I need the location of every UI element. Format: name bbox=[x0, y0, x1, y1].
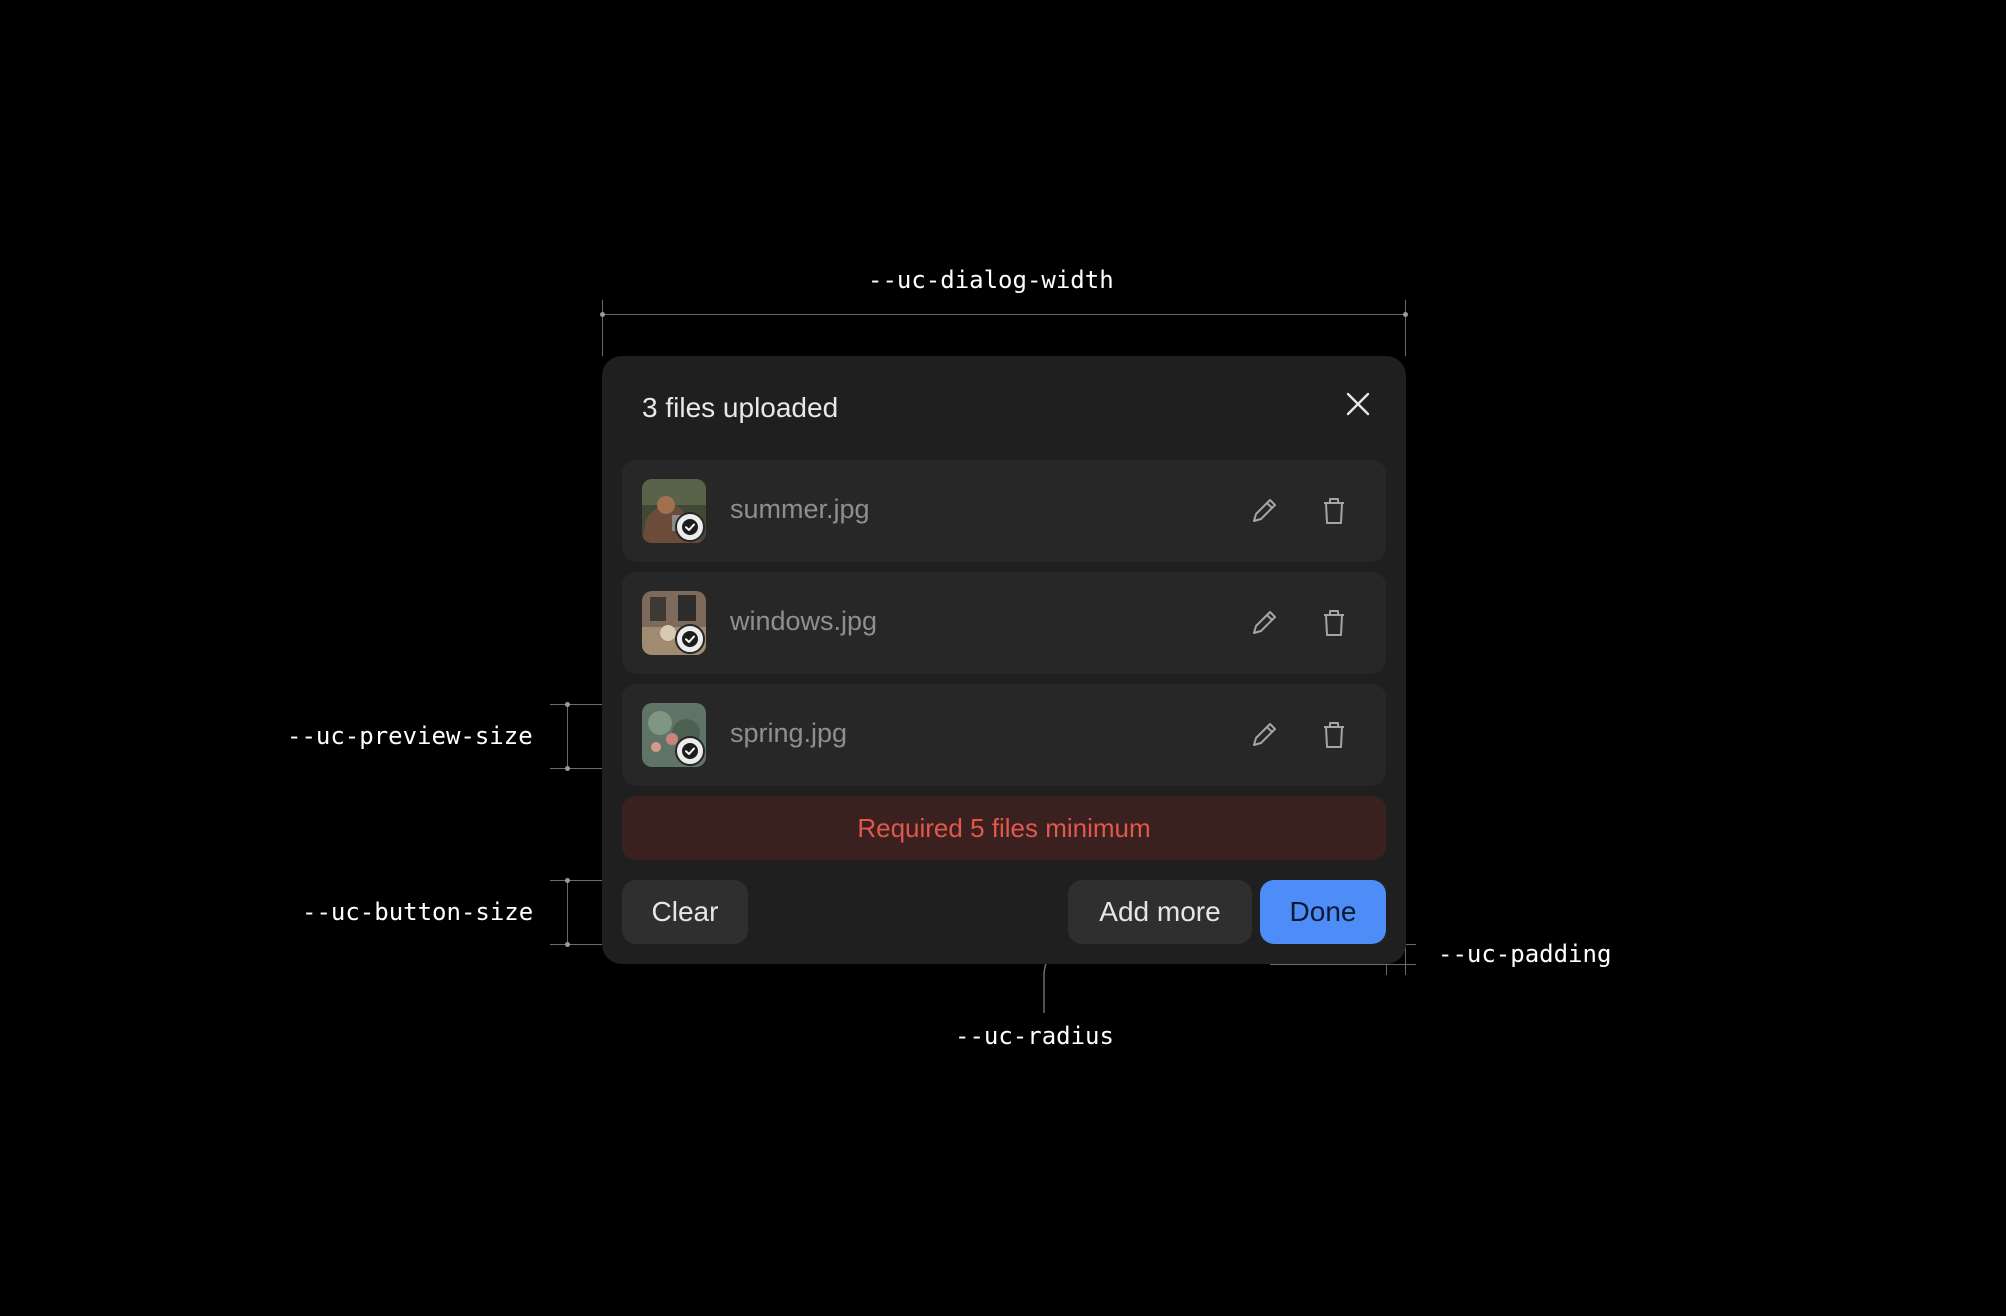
check-icon bbox=[682, 519, 698, 535]
file-preview[interactable] bbox=[642, 479, 706, 543]
guide-dot bbox=[565, 942, 570, 947]
delete-button[interactable] bbox=[1316, 493, 1352, 529]
delete-button[interactable] bbox=[1316, 605, 1352, 641]
close-button[interactable] bbox=[1338, 384, 1378, 424]
edit-button[interactable] bbox=[1246, 717, 1282, 753]
guide-line bbox=[1405, 300, 1406, 356]
guide-dot bbox=[565, 878, 570, 883]
delete-button[interactable] bbox=[1316, 717, 1352, 753]
check-icon bbox=[682, 631, 698, 647]
dialog-title: 3 files uploaded bbox=[642, 392, 839, 423]
file-name: spring.jpg bbox=[730, 718, 848, 748]
guide-dot bbox=[565, 702, 570, 707]
guide-dot bbox=[565, 766, 570, 771]
clear-button[interactable]: Clear bbox=[622, 880, 748, 944]
file-name: windows.jpg bbox=[730, 606, 878, 636]
file-preview[interactable] bbox=[642, 703, 706, 767]
annotation-radius: --uc-radius bbox=[955, 1022, 1114, 1050]
guide-dot bbox=[1403, 312, 1408, 317]
file-name: summer.jpg bbox=[730, 494, 870, 524]
file-row: windows.jpg bbox=[622, 572, 1386, 674]
check-badge bbox=[675, 624, 705, 654]
trash-icon bbox=[1324, 610, 1344, 636]
annotation-preview-size: --uc-preview-size bbox=[287, 722, 533, 750]
close-icon bbox=[1346, 392, 1370, 416]
file-row: spring.jpg bbox=[622, 684, 1386, 786]
check-badge bbox=[675, 512, 705, 542]
add-more-button[interactable]: Add more bbox=[1068, 880, 1252, 944]
file-row: summer.jpg bbox=[622, 460, 1386, 562]
pencil-icon bbox=[1253, 611, 1276, 634]
pencil-icon bbox=[1253, 499, 1276, 522]
guide-line bbox=[1270, 964, 1416, 965]
file-preview[interactable] bbox=[642, 591, 706, 655]
guide-dot bbox=[600, 312, 605, 317]
annotation-dialog-width: --uc-dialog-width bbox=[868, 266, 1114, 294]
trash-icon bbox=[1324, 722, 1344, 748]
guide-line bbox=[567, 880, 568, 944]
pencil-icon bbox=[1253, 723, 1276, 746]
check-icon bbox=[682, 743, 698, 759]
guide-line bbox=[567, 704, 568, 768]
edit-button[interactable] bbox=[1246, 605, 1282, 641]
done-button[interactable]: Done bbox=[1260, 880, 1386, 944]
guide-line bbox=[602, 314, 1406, 315]
check-badge bbox=[675, 736, 705, 766]
upload-dialog: 3 files uploaded summer.jpg windows.jpg … bbox=[602, 356, 1406, 964]
trash-icon bbox=[1324, 498, 1344, 524]
annotation-button-size: --uc-button-size bbox=[302, 898, 534, 926]
error-message: Required 5 files minimum bbox=[622, 796, 1386, 860]
edit-button[interactable] bbox=[1246, 493, 1282, 529]
guide-line bbox=[602, 300, 603, 356]
annotation-padding: --uc-padding bbox=[1438, 940, 1612, 968]
